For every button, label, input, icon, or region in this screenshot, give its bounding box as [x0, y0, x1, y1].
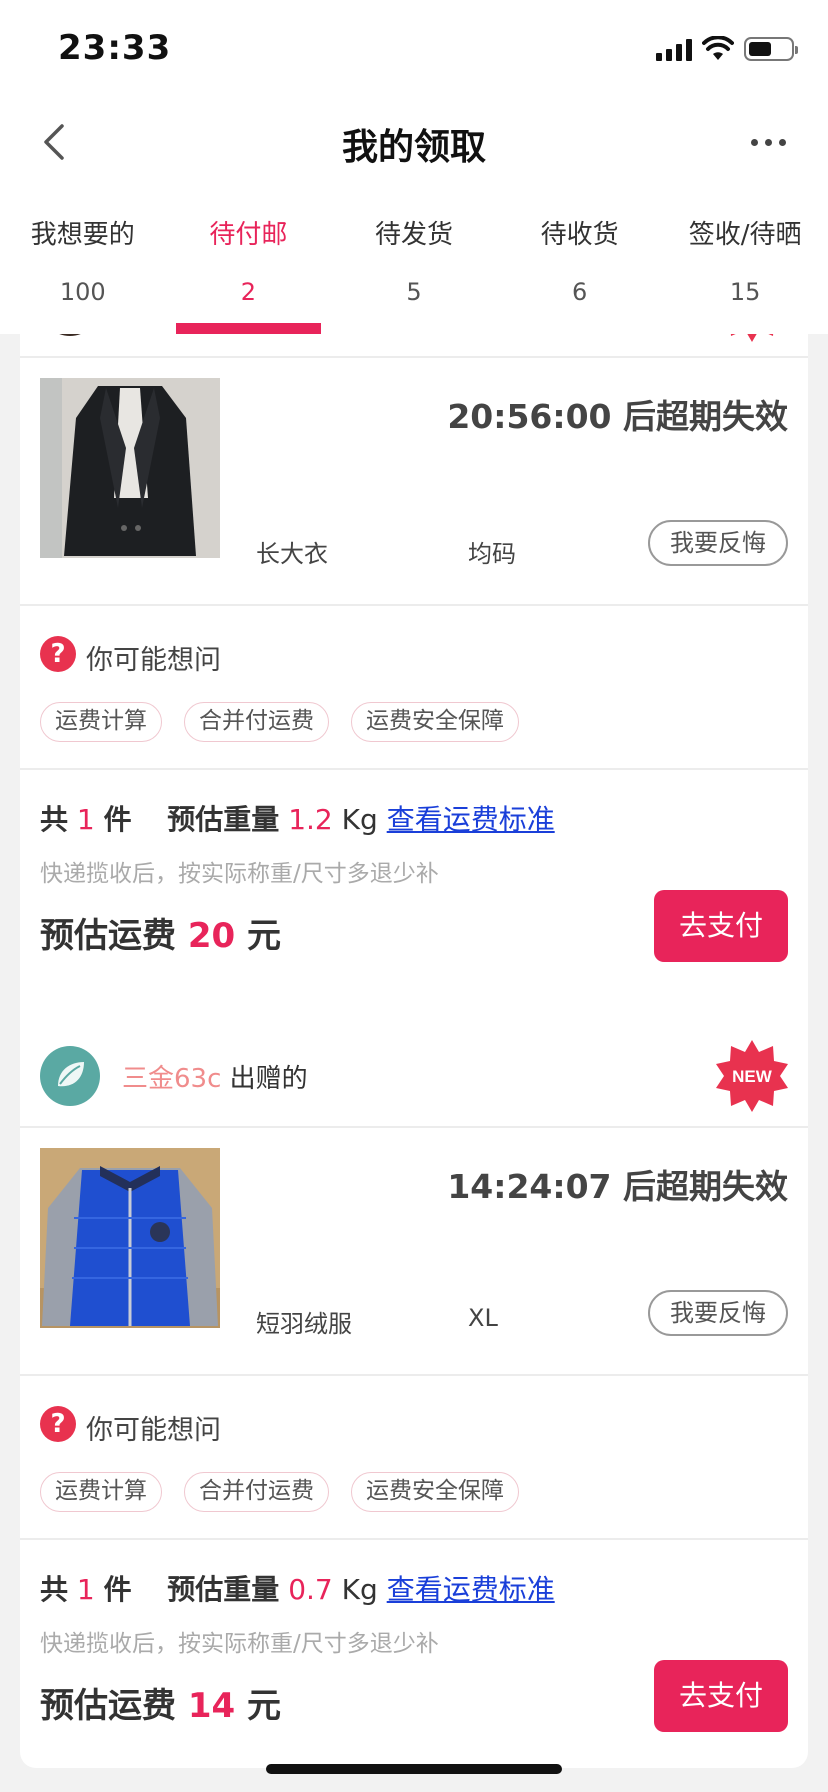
weight-line: 共 1 件 预估重量 0.7 Kg 查看运费标准 — [40, 1573, 555, 1606]
expiry-countdown: 20:56:00 后超期失效 — [447, 397, 788, 436]
tab-received-review[interactable]: 签收/待晒 15 — [662, 192, 828, 334]
shipping-standard-link[interactable]: 查看运费标准 — [387, 803, 555, 836]
faq-chip-combined-shipping[interactable]: 合并付运费 — [184, 1472, 329, 1512]
cancel-claim-button[interactable]: 我要反悔 — [648, 1290, 788, 1336]
weight-line: 共 1 件 预估重量 1.2 Kg 查看运费标准 — [40, 803, 555, 836]
more-options-icon[interactable] — [736, 122, 800, 162]
faq-title: 你可能想问 — [86, 1415, 221, 1446]
expiry-countdown: 14:24:07 后超期失效 — [447, 1167, 788, 1206]
new-badge-icon: NEW — [716, 1040, 788, 1112]
faq-chip-fee-calculation[interactable]: 运费计算 — [40, 1472, 162, 1512]
order-status-tabs: 我想要的 100 待付邮 2 待发货 5 待收货 6 签收/待晒 15 — [0, 192, 828, 334]
tab-count: 6 — [571, 278, 588, 306]
estimated-weight: 0.7 — [288, 1573, 333, 1606]
product-name: 长大衣 — [256, 540, 328, 568]
tab-count: 5 — [406, 278, 422, 306]
tab-pending-shipping-fee[interactable]: 待付邮 2 — [166, 192, 332, 334]
order-card-header: 三金63c 出赠的 NEW — [20, 1024, 808, 1128]
product-row[interactable]: 20:56:00 后超期失效 长大衣 均码 我要反悔 — [20, 358, 808, 606]
item-count: 1 — [76, 1573, 95, 1606]
tab-label: 我想要的 — [30, 220, 135, 250]
weight-note: 快递揽收后，按实际称重/尺寸多退少补 — [40, 861, 439, 887]
cancel-claim-button[interactable]: 我要反悔 — [648, 520, 788, 566]
shipping-summary: 共 1 件 预估重量 0.7 Kg 查看运费标准 快递揽收后，按实际称重/尺寸多… — [20, 1540, 808, 1768]
shipping-summary: 共 1 件 预估重量 1.2 Kg 查看运费标准 快递揽收后，按实际称重/尺寸多… — [20, 770, 808, 998]
status-icons — [656, 34, 798, 64]
faq-chips: 运费计算 合并付运费 运费安全保障 — [40, 1472, 519, 1512]
leaf-icon — [58, 1062, 84, 1087]
item-count: 1 — [76, 803, 95, 836]
faq-chips: 运费计算 合并付运费 运费安全保障 — [40, 702, 519, 742]
giver-info: 三金63c 出赠的 — [122, 1064, 308, 1094]
order-card: 三金63c 出赠的 NEW 14:24:07 后超期失效 短羽绒服 XL 我要反… — [20, 1024, 808, 1768]
estimated-weight: 1.2 — [288, 803, 333, 836]
navigation-bar: 我的领取 — [0, 96, 828, 192]
product-image-down-jacket[interactable] — [40, 1148, 220, 1328]
tab-pending-dispatch[interactable]: 待发货 5 — [331, 192, 497, 334]
tab-pending-receipt[interactable]: 待收货 6 — [497, 192, 663, 334]
pay-button[interactable]: 去支付 — [654, 890, 788, 962]
shipping-standard-link[interactable]: 查看运费标准 — [387, 1573, 555, 1606]
tab-label: 签收/待晒 — [688, 220, 802, 250]
order-list[interactable]: NEW 20:56:00 后超期失效 长大衣 均码 我要反悔 ? — [0, 334, 828, 1792]
pay-button[interactable]: 去支付 — [654, 1660, 788, 1732]
question-mark-icon: ? — [40, 636, 76, 672]
product-name: 短羽绒服 — [256, 1310, 352, 1338]
faq-chip-fee-security[interactable]: 运费安全保障 — [351, 702, 519, 742]
faq-title: 你可能想问 — [86, 645, 221, 676]
avatar[interactable] — [40, 334, 100, 336]
faq-chip-fee-security[interactable]: 运费安全保障 — [351, 1472, 519, 1512]
tab-count: 100 — [59, 278, 106, 306]
tab-count: 2 — [240, 278, 257, 306]
home-indicator[interactable] — [266, 1764, 562, 1774]
faq-section: ? 你可能想问 运费计算 合并付运费 运费安全保障 — [20, 606, 808, 770]
weight-note: 快递揽收后，按实际称重/尺寸多退少补 — [40, 1631, 439, 1657]
estimated-fee: 预估运费 20 元 — [40, 916, 282, 956]
avatar[interactable] — [40, 1046, 100, 1106]
faq-section: ? 你可能想问 运费计算 合并付运费 运费安全保障 — [20, 1376, 808, 1540]
svg-text:NEW: NEW — [732, 1067, 773, 1086]
tab-label: 待付邮 — [209, 220, 288, 250]
product-row[interactable]: 14:24:07 后超期失效 短羽绒服 XL 我要反悔 — [20, 1128, 808, 1376]
estimated-fee: 预估运费 14 元 — [40, 1686, 282, 1726]
tab-label: 待发货 — [374, 220, 453, 250]
order-card-header: NEW — [20, 334, 808, 358]
active-tab-indicator — [175, 323, 322, 334]
faq-chip-combined-shipping[interactable]: 合并付运费 — [184, 702, 329, 742]
tab-label: 待收货 — [540, 220, 619, 250]
wifi-icon — [702, 36, 734, 60]
battery-icon — [744, 37, 798, 61]
status-time: 23:33 — [58, 28, 172, 68]
faq-chip-fee-calculation[interactable]: 运费计算 — [40, 702, 162, 742]
product-size: 均码 — [468, 540, 516, 568]
tab-wanted[interactable]: 我想要的 100 — [0, 192, 166, 334]
status-bar: 23:33 — [0, 0, 828, 96]
cellular-signal-icon — [656, 37, 692, 61]
page-title: 我的领取 — [341, 127, 486, 168]
tab-count: 15 — [729, 278, 761, 306]
product-size: XL — [468, 1304, 498, 1332]
question-mark-icon: ? — [40, 1406, 76, 1442]
product-image-coat[interactable] — [40, 378, 220, 558]
giver-name[interactable]: 三金63c — [122, 1064, 221, 1094]
new-badge-icon: NEW — [730, 334, 774, 342]
